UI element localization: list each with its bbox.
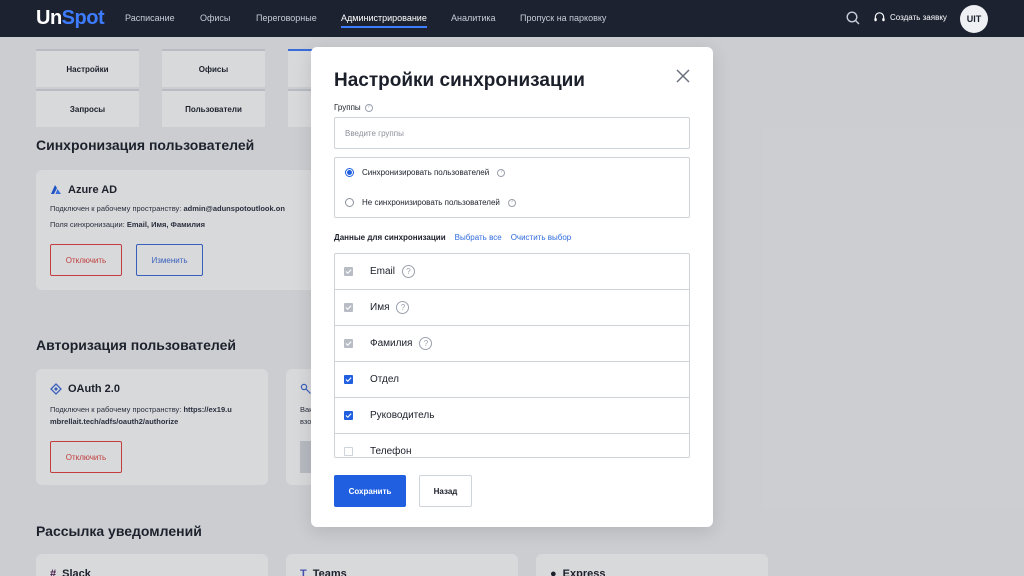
logo-text-spot: Spot: [61, 7, 105, 29]
list-item[interactable]: Фамилия?: [335, 326, 689, 362]
field-manager-label: Руководитель: [370, 410, 435, 421]
unspot-logo[interactable]: UnSpot: [36, 7, 105, 30]
radio-sync-users-label: Синхронизировать пользователей: [362, 168, 490, 177]
logo-text-un: Un: [36, 7, 62, 29]
radio-no-sync-users-label: Не синхронизировать пользователей: [362, 198, 500, 207]
nav-item-parking-pass[interactable]: Пропуск на парковку: [520, 13, 606, 23]
nav-item-schedule[interactable]: Расписание: [125, 13, 175, 23]
field-email-help-icon[interactable]: ?: [402, 265, 416, 278]
sync-mode-radio-group: Синхронизировать пользователей ? Не синх…: [334, 157, 690, 218]
field-email-label: Email: [370, 266, 396, 277]
field-last-name-help-icon[interactable]: ?: [419, 337, 433, 350]
radio-sync-users[interactable]: Синхронизировать пользователей ?: [345, 168, 506, 177]
list-item[interactable]: Отдел: [335, 362, 689, 398]
create-request-label: Создать заявку: [890, 13, 947, 22]
nav-item-offices[interactable]: Офисы: [200, 13, 230, 23]
checkbox-manager[interactable]: [344, 411, 353, 420]
groups-label-text: Группы: [334, 103, 361, 112]
select-all-link[interactable]: Выбрать все: [455, 233, 502, 242]
field-first-name-label: Имя: [370, 302, 390, 313]
sync-data-header: Данные для синхронизации Выбрать все Очи…: [334, 233, 571, 242]
sync-settings-modal: Настройки синхронизации Группы ? Синхрон…: [311, 47, 713, 527]
radio-no-sync-users-indicator[interactable]: [345, 198, 354, 207]
create-request-button[interactable]: Создать заявку: [873, 11, 947, 24]
field-last-name-label: Фамилия: [370, 338, 413, 349]
checkbox-phone[interactable]: [344, 447, 353, 456]
groups-input[interactable]: [334, 117, 690, 149]
top-navigation: UnSpot Расписание Офисы Переговорные Адм…: [0, 0, 1024, 37]
nav-item-meeting-rooms[interactable]: Переговорные: [256, 13, 317, 23]
avatar[interactable]: UIT: [960, 5, 988, 33]
checkbox-first-name: [344, 303, 353, 312]
modal-title: Настройки синхронизации: [334, 70, 585, 91]
save-button[interactable]: Сохранить: [334, 475, 406, 507]
checkbox-last-name: [344, 339, 353, 348]
list-item[interactable]: Email?: [335, 254, 689, 290]
groups-label: Группы ?: [334, 103, 373, 112]
radio-no-sync-users[interactable]: Не синхронизировать пользователей ?: [345, 198, 516, 207]
radio-sync-users-indicator[interactable]: [345, 168, 354, 177]
list-item[interactable]: Имя?: [335, 290, 689, 326]
clear-selection-link[interactable]: Очистить выбор: [511, 233, 572, 242]
search-icon[interactable]: [845, 10, 861, 26]
nav-item-administration[interactable]: Администрирование: [341, 13, 427, 28]
field-phone-label: Телефон: [370, 446, 412, 457]
field-first-name-help-icon[interactable]: ?: [396, 301, 410, 314]
checkbox-department[interactable]: [344, 375, 353, 384]
radio-sync-help-icon[interactable]: ?: [497, 168, 506, 177]
sync-data-label: Данные для синхронизации: [334, 233, 446, 242]
groups-help-icon[interactable]: ?: [364, 103, 373, 112]
list-item[interactable]: Руководитель: [335, 398, 689, 434]
nav-item-analytics[interactable]: Аналитика: [451, 13, 496, 23]
back-button[interactable]: Назад: [419, 475, 472, 507]
checkbox-email: [344, 267, 353, 276]
close-icon[interactable]: [675, 68, 691, 84]
field-department-label: Отдел: [370, 374, 399, 385]
headset-icon: [874, 12, 885, 22]
sync-fields-list[interactable]: Email? Имя? Фамилия? Отдел Руководитель …: [334, 253, 690, 458]
radio-nosync-help-icon[interactable]: ?: [507, 198, 516, 207]
list-item[interactable]: Телефон: [335, 434, 689, 457]
